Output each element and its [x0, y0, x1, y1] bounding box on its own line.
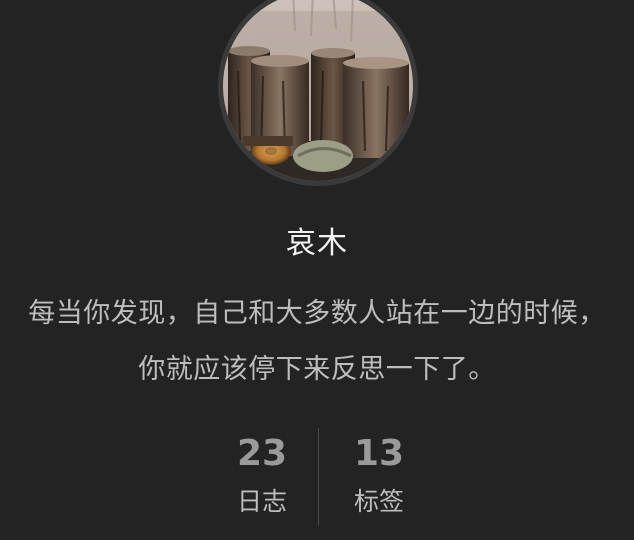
author-motto: 每当你发现，自己和大多数人站在一边的时候，你就应该停下来反思一下了。: [28, 298, 606, 385]
site-stats: 23 日志 13 标签: [0, 428, 634, 528]
stat-tags[interactable]: 13 标签: [334, 428, 424, 520]
stat-posts[interactable]: 23 日志: [217, 428, 307, 520]
sidebar-overview: 哀木 每当你发现，自己和大多数人站在一边的时候，你就应该停下来反思一下了。 23…: [0, 0, 634, 540]
author-name: 哀木: [286, 226, 348, 261]
avatar-image: [223, 0, 413, 181]
stats-divider: [318, 428, 319, 526]
posts-label: 日志: [236, 487, 287, 516]
avatar-frame: [218, 0, 418, 186]
tags-label: 标签: [353, 487, 404, 516]
tags-count: 13: [353, 433, 405, 474]
avatar[interactable]: [223, 0, 413, 181]
posts-count: 23: [236, 433, 288, 474]
